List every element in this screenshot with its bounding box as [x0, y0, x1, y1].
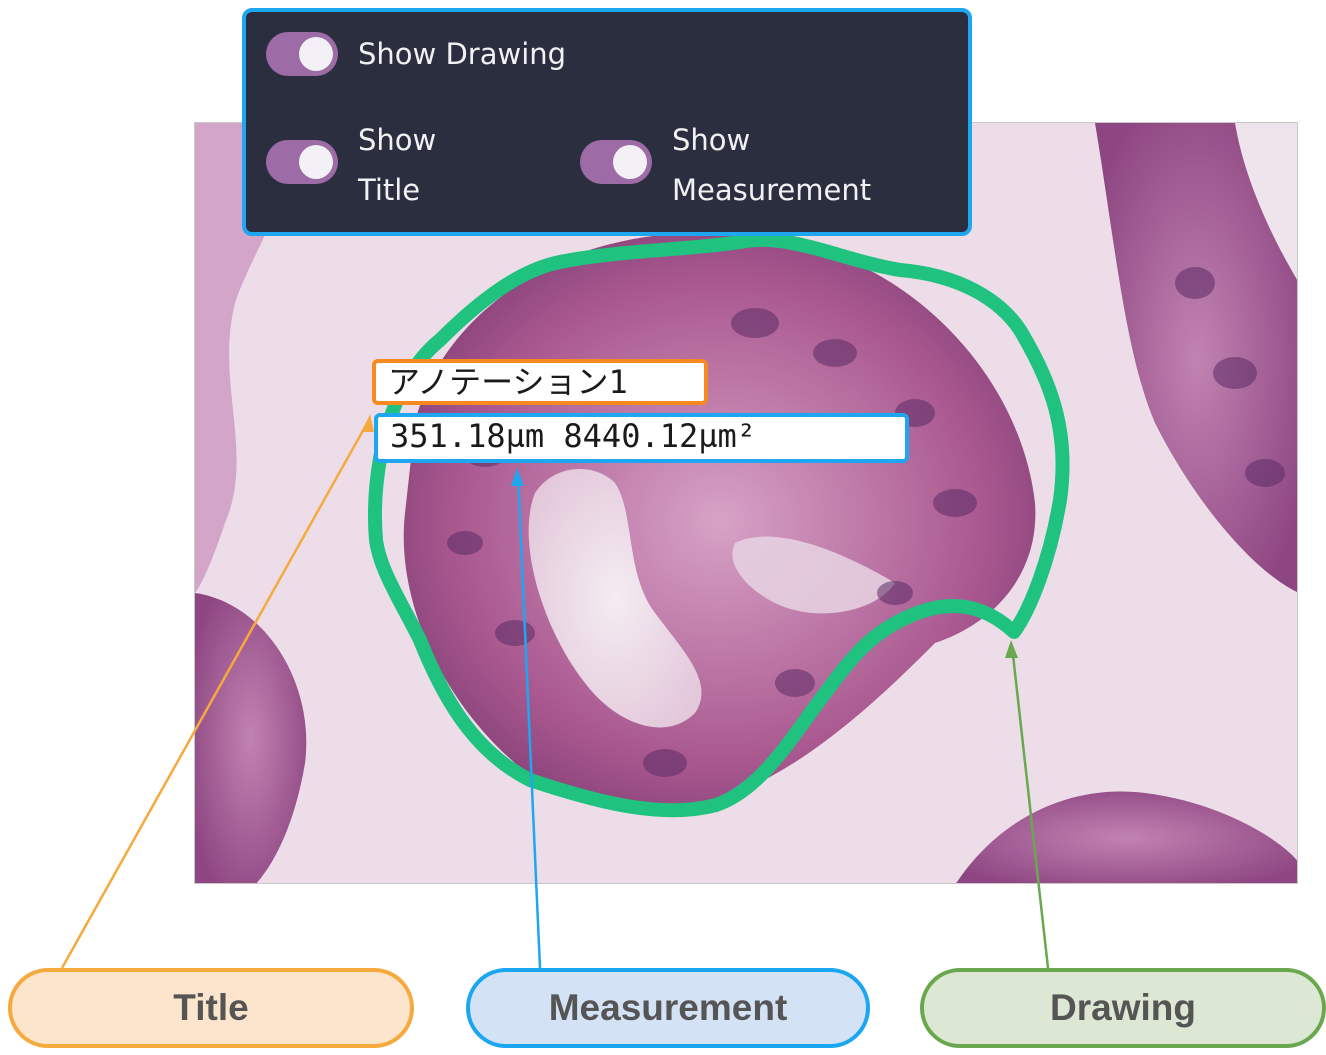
tissue-image [194, 122, 1298, 884]
tissue-image-art [195, 123, 1297, 883]
measurement-callout: Measurement [466, 968, 870, 1048]
show-title-label-line2: Title [358, 173, 421, 207]
show-measurement-label-line2: Measurement [672, 173, 872, 207]
show-measurement-label-line1: Show [672, 123, 751, 157]
toggle-knob [613, 145, 647, 179]
annotation-title-label[interactable]: アノテーション1 [372, 359, 708, 405]
show-drawing-label: Show Drawing [358, 37, 567, 71]
drawing-callout: Drawing [920, 968, 1326, 1048]
title-callout: Title [8, 968, 414, 1048]
show-title-toggle[interactable] [266, 140, 338, 184]
toggle-knob [299, 37, 333, 71]
annotation-measurement-label[interactable]: 351.18µm 8440.12µm² [374, 413, 909, 463]
display-options-panel: Show Drawing Show Title Show Measurement [242, 8, 972, 236]
toggle-knob [299, 145, 333, 179]
show-drawing-toggle[interactable] [266, 32, 338, 76]
show-measurement-toggle[interactable] [580, 140, 652, 184]
show-title-label-line1: Show [358, 123, 437, 157]
